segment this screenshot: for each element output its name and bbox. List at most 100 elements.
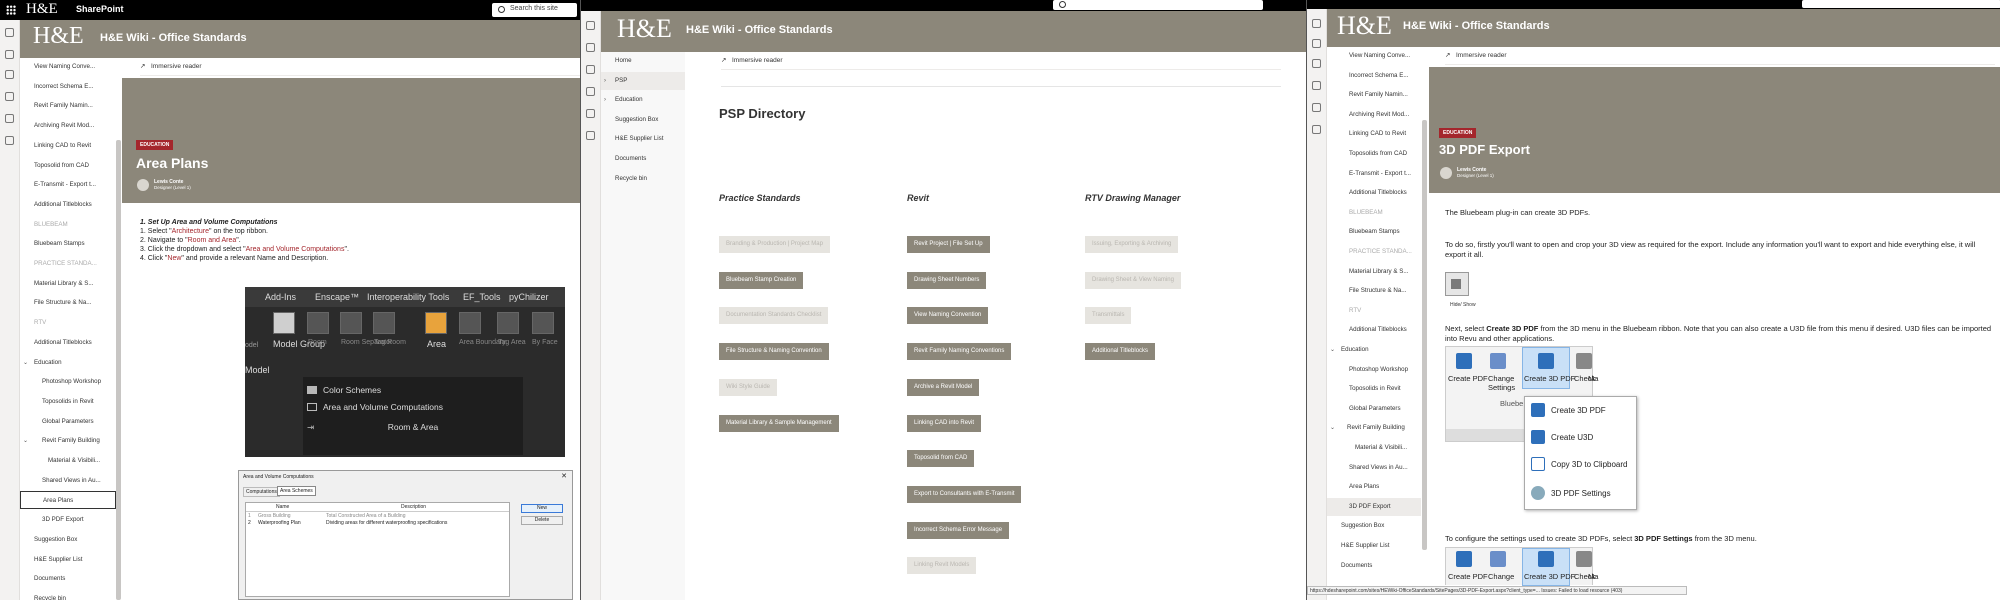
nav-item-home[interactable]: Home bbox=[601, 52, 685, 70]
immersive-reader-button[interactable]: Immersive reader bbox=[1456, 47, 1507, 65]
immersive-reader-icon[interactable]: ↗ bbox=[721, 52, 726, 70]
add-icon[interactable] bbox=[586, 131, 595, 140]
nav-item-photoshop-workshop[interactable]: Photoshop Workshop bbox=[20, 373, 116, 391]
create-3d-pdf-label[interactable]: Create 3D PDF bbox=[1524, 374, 1575, 383]
psp-link-export-to-consultants-with-e-transmit[interactable]: Export to Consultants with E-Transmit bbox=[907, 485, 1022, 503]
nav-item-3d-pdf-export[interactable]: 3D PDF Export bbox=[1327, 497, 1421, 516]
nav-item-linking-cad-to-revit[interactable]: Linking CAD to Revit bbox=[20, 137, 116, 155]
nav-item-documents[interactable]: Documents bbox=[601, 150, 685, 168]
psp-link-branding-production-project-map[interactable]: Branding & Production | Project Map bbox=[719, 236, 830, 253]
nav-item-psp[interactable]: PSP bbox=[601, 71, 685, 90]
nav-item-documents[interactable]: Documents bbox=[1327, 557, 1421, 575]
psp-link-material-library-sample-management[interactable]: Material Library & Sample Management bbox=[719, 414, 839, 432]
nav-item-revit-family-building[interactable]: Revit Family Building bbox=[1327, 419, 1421, 437]
psp-link-drawing-sheet-numbers[interactable]: Drawing Sheet Numbers bbox=[907, 271, 987, 289]
psp-link-linking-revit-models[interactable]: Linking Revit Models bbox=[907, 557, 977, 575]
topic-badge[interactable]: EDUCATION bbox=[1439, 128, 1477, 138]
nav-item-bluebeam[interactable]: BLUEBEAM bbox=[1327, 204, 1421, 222]
nav-item-toposolids-from-cad[interactable]: Toposolids from CAD bbox=[1327, 145, 1421, 163]
psp-link-wiki-style-guide[interactable]: Wiki Style Guide bbox=[719, 378, 778, 396]
psp-link-issuing-exporting-archiving[interactable]: Issuing, Exporting & Archiving bbox=[1085, 236, 1179, 253]
search-input[interactable] bbox=[1053, 0, 1263, 10]
markup-label-fragment[interactable]: Ma bbox=[1588, 572, 1598, 581]
topic-badge[interactable]: EDUCATION bbox=[136, 140, 174, 150]
list-icon[interactable] bbox=[1312, 103, 1321, 112]
nav-item-additional-titleblocks[interactable]: Additional Titleblocks bbox=[20, 196, 116, 214]
nav-item-rtv[interactable]: RTV bbox=[1327, 302, 1421, 320]
app-launcher-icon[interactable] bbox=[6, 5, 16, 15]
nav-item-practice-standa[interactable]: PRACTICE STANDA... bbox=[1327, 243, 1421, 261]
tenant-logo[interactable]: H&E bbox=[26, 1, 58, 18]
nav-item-education[interactable]: Education bbox=[601, 91, 685, 109]
nav-item-revit-family-namin[interactable]: Revit Family Namin... bbox=[20, 97, 116, 115]
chevron-icon[interactable]: ⌄ bbox=[23, 354, 28, 372]
menu-create-3d-pdf[interactable]: Create 3D PDF bbox=[1551, 406, 1606, 415]
globe-icon[interactable] bbox=[5, 50, 14, 59]
nav-item-h-e-supplier-list[interactable]: H&E Supplier List bbox=[20, 551, 116, 569]
chevron-icon[interactable]: ⌄ bbox=[23, 432, 28, 450]
site-title[interactable]: H&E Wiki - Office Standards bbox=[686, 24, 833, 36]
nav-item-area-plans[interactable]: Area Plans bbox=[20, 491, 116, 510]
tab-area-schemes[interactable]: Area Schemes bbox=[277, 486, 316, 496]
nav-item-view-naming-conve[interactable]: View Naming Conve... bbox=[1327, 47, 1421, 65]
psp-link-toposolid-from-cad[interactable]: Toposolid from CAD bbox=[907, 450, 975, 468]
home-icon[interactable] bbox=[1312, 19, 1321, 28]
globe-icon[interactable] bbox=[1312, 39, 1321, 48]
create-pdf-label[interactable]: Create PDF bbox=[1448, 572, 1488, 581]
document-icon[interactable] bbox=[586, 87, 595, 96]
nav-item-area-plans[interactable]: Area Plans bbox=[1327, 478, 1421, 496]
nav-item-rtv[interactable]: RTV bbox=[20, 314, 116, 332]
nav-item-education[interactable]: Education bbox=[1327, 341, 1421, 359]
menu-create-u3d[interactable]: Create U3D bbox=[1551, 433, 1593, 442]
nav-item-recycle-bin[interactable]: Recycle bin bbox=[20, 590, 116, 600]
psp-link-additional-titleblocks[interactable]: Additional Titleblocks bbox=[1085, 343, 1156, 361]
author-avatar[interactable] bbox=[137, 179, 149, 191]
nav-item-additional-titleblocks[interactable]: Additional Titleblocks bbox=[1327, 184, 1421, 202]
chevron-icon[interactable]: › bbox=[604, 72, 606, 90]
nav-item-additional-titleblocks[interactable]: Additional Titleblocks bbox=[1327, 321, 1421, 339]
list-icon[interactable] bbox=[5, 114, 14, 123]
menu-area-volume-computations[interactable]: Area and Volume Computations bbox=[323, 402, 443, 412]
menu-copy-3d-clipboard[interactable]: Copy 3D to Clipboard bbox=[1551, 460, 1627, 469]
nav-scrollbar[interactable] bbox=[1422, 120, 1427, 550]
nav-item-incorrect-schema-e[interactable]: Incorrect Schema E... bbox=[20, 78, 116, 96]
nav-item-bluebeam-stamps[interactable]: Bluebeam Stamps bbox=[20, 235, 116, 253]
psp-link-bluebeam-stamp-creation[interactable]: Bluebeam Stamp Creation bbox=[719, 271, 804, 289]
nav-item-recycle-bin[interactable]: Recycle bin bbox=[601, 170, 685, 188]
nav-item-material-library-s[interactable]: Material Library & S... bbox=[20, 275, 116, 293]
nav-item-documents[interactable]: Documents bbox=[20, 570, 116, 588]
psp-link-revit-project-file-set-up[interactable]: Revit Project | File Set Up bbox=[907, 236, 990, 253]
row-name[interactable]: Waterproofing Plan bbox=[258, 520, 301, 526]
nav-item-revit-family-building[interactable]: Revit Family Building bbox=[20, 432, 116, 450]
search-input[interactable]: Search this site bbox=[492, 3, 577, 17]
feed-icon[interactable] bbox=[1312, 59, 1321, 68]
document-icon[interactable] bbox=[5, 92, 14, 101]
nav-item-material-visibili[interactable]: Material & Visibili... bbox=[1327, 439, 1421, 457]
author-name[interactable]: Lewis Conte Designer (Level 1) bbox=[1457, 167, 1494, 179]
row-description[interactable]: Dividing areas for different waterproofi… bbox=[326, 520, 447, 526]
nav-item-suggestion-box[interactable]: Suggestion Box bbox=[601, 111, 685, 129]
create-pdf-label[interactable]: Create PDF bbox=[1448, 374, 1488, 383]
tab-computations[interactable]: Computations bbox=[243, 487, 280, 497]
menu-color-schemes[interactable]: Color Schemes bbox=[323, 385, 381, 395]
psp-link-archive-a-revit-model[interactable]: Archive a Revit Model bbox=[907, 378, 980, 396]
immersive-reader-icon[interactable]: ↗ bbox=[1445, 47, 1450, 65]
nav-item-toposolid-from-cad[interactable]: Toposolid from CAD bbox=[20, 157, 116, 175]
chevron-icon[interactable]: ⌄ bbox=[1330, 419, 1335, 437]
nav-item-view-naming-conve[interactable]: View Naming Conve... bbox=[20, 58, 116, 76]
nav-item-photoshop-workshop[interactable]: Photoshop Workshop bbox=[1327, 361, 1421, 379]
nav-item-education[interactable]: Education bbox=[20, 354, 116, 372]
nav-item-e-transmit-export-t[interactable]: E-Transmit - Export t... bbox=[1327, 165, 1421, 183]
psp-link-documentation-standards-checklist[interactable]: Documentation Standards Checklist bbox=[719, 307, 829, 325]
psp-link-file-structure-naming-convention[interactable]: File Structure & Naming Convention bbox=[719, 343, 829, 361]
psp-link-drawing-sheet-view-naming[interactable]: Drawing Sheet & View Naming bbox=[1085, 271, 1181, 289]
nav-item-incorrect-schema-e[interactable]: Incorrect Schema E... bbox=[1327, 67, 1421, 85]
psp-link-revit-family-naming-conventions[interactable]: Revit Family Naming Conventions bbox=[907, 343, 1012, 361]
nav-item-revit-family-namin[interactable]: Revit Family Namin... bbox=[1327, 86, 1421, 104]
chevron-icon[interactable]: ⌄ bbox=[1330, 341, 1335, 359]
create-3d-pdf-label[interactable]: Create 3D PDF bbox=[1524, 572, 1575, 581]
nav-item-global-parameters[interactable]: Global Parameters bbox=[20, 413, 116, 431]
nav-item-3d-pdf-export[interactable]: 3D PDF Export bbox=[20, 511, 116, 529]
nav-item-h-e-supplier-list[interactable]: H&E Supplier List bbox=[1327, 537, 1421, 555]
chevron-icon[interactable]: › bbox=[604, 91, 606, 109]
